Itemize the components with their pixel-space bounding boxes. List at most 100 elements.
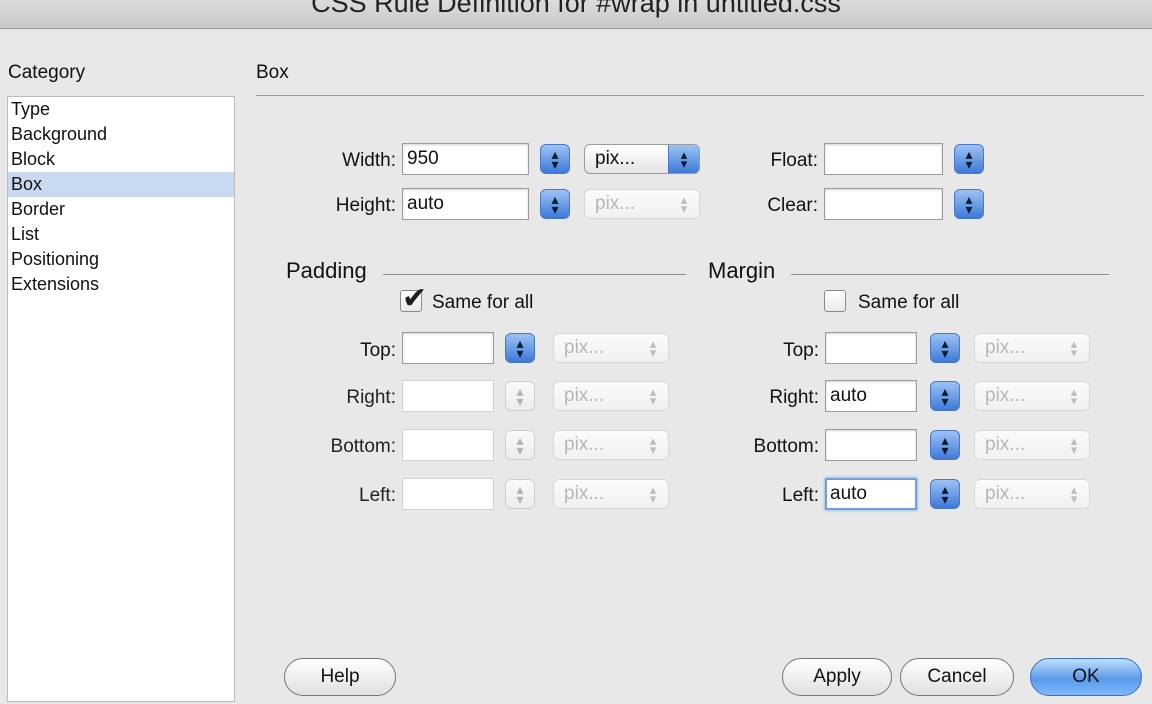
category-item-positioning[interactable]: Positioning bbox=[8, 247, 234, 272]
section-title: Box bbox=[256, 62, 289, 83]
stepper-arrows-icon: ▴ ▾ bbox=[965, 146, 973, 172]
padding-left-unit-select: pix... ▴ ▾ bbox=[553, 479, 669, 509]
select-arrows-icon: ▴ ▾ bbox=[1070, 482, 1078, 506]
padding-right-unit-select: pix... ▴ ▾ bbox=[553, 381, 669, 411]
margin-right-unit-select: pix... ▴ ▾ bbox=[974, 381, 1090, 411]
margin-top-unit-value: pix... bbox=[985, 337, 1026, 358]
height-unit-select: pix... ▴ ▾ bbox=[584, 189, 700, 219]
float-stepper[interactable]: ▴ ▾ bbox=[954, 144, 984, 174]
float-label: Float: bbox=[770, 150, 818, 171]
checkmark-icon: ✔ bbox=[402, 282, 428, 315]
padding-left-label: Left: bbox=[359, 485, 396, 506]
padding-left-field bbox=[402, 478, 494, 510]
margin-same-for-all-checkbox[interactable] bbox=[824, 290, 846, 312]
stepper-arrows-icon: ▴ ▾ bbox=[965, 191, 973, 217]
padding-left-unit-value: pix... bbox=[564, 483, 605, 504]
apply-button[interactable]: Apply bbox=[782, 658, 892, 696]
margin-right-unit-value: pix... bbox=[985, 385, 1026, 406]
height-label: Height: bbox=[335, 195, 396, 216]
width-label: Width: bbox=[342, 150, 396, 171]
stepper-arrows-icon: ▴ ▾ bbox=[551, 146, 559, 172]
clear-field[interactable] bbox=[824, 188, 943, 220]
stepper-arrows-icon: ▴ ▾ bbox=[516, 335, 524, 361]
height-unit-value: pix... bbox=[595, 193, 636, 214]
margin-top-unit-select: pix... ▴ ▾ bbox=[974, 333, 1090, 363]
cancel-button[interactable]: Cancel bbox=[900, 658, 1014, 696]
margin-left-unit-value: pix... bbox=[985, 483, 1026, 504]
margin-bottom-stepper[interactable]: ▴ ▾ bbox=[930, 430, 960, 460]
margin-bottom-label: Bottom: bbox=[753, 436, 819, 457]
padding-bottom-field bbox=[402, 429, 494, 461]
float-field[interactable] bbox=[824, 143, 943, 175]
select-arrows-icon: ▴ ▾ bbox=[1070, 384, 1078, 408]
category-item-border[interactable]: Border bbox=[8, 197, 234, 222]
padding-left-stepper: ▴ ▾ bbox=[505, 479, 535, 509]
padding-same-for-all-checkbox[interactable]: ✔ bbox=[400, 282, 427, 315]
title-bar: CSS Rule Definition for #wrap in untitle… bbox=[0, 0, 1152, 29]
padding-top-field[interactable] bbox=[402, 332, 494, 364]
category-item-background[interactable]: Background bbox=[8, 122, 234, 147]
height-stepper[interactable]: ▴ ▾ bbox=[540, 189, 570, 219]
select-arrows-icon: ▴ ▾ bbox=[649, 433, 657, 457]
category-item-extensions[interactable]: Extensions bbox=[8, 272, 234, 297]
select-arrows-icon: ▴ ▾ bbox=[649, 384, 657, 408]
padding-right-field bbox=[402, 380, 494, 412]
margin-left-label: Left: bbox=[782, 485, 819, 506]
stepper-arrows-icon: ▴ ▾ bbox=[516, 383, 524, 409]
margin-right-label: Right: bbox=[769, 387, 819, 408]
stepper-arrows-icon: ▴ ▾ bbox=[516, 481, 524, 507]
padding-right-stepper: ▴ ▾ bbox=[505, 381, 535, 411]
margin-bottom-unit-select: pix... ▴ ▾ bbox=[974, 430, 1090, 460]
padding-right-unit-value: pix... bbox=[564, 385, 605, 406]
margin-same-for-all-label: Same for all bbox=[858, 292, 960, 313]
stepper-arrows-icon: ▴ ▾ bbox=[941, 481, 949, 507]
padding-bottom-unit-value: pix... bbox=[564, 434, 605, 455]
margin-divider bbox=[791, 274, 1109, 275]
select-arrows-icon: ▴ ▾ bbox=[1070, 336, 1078, 360]
margin-left-stepper[interactable]: ▴ ▾ bbox=[930, 479, 960, 509]
margin-right-field[interactable]: auto bbox=[825, 380, 917, 412]
margin-left-field[interactable]: auto bbox=[825, 478, 917, 510]
section-divider bbox=[256, 95, 1144, 96]
select-arrows-icon: ▴ ▾ bbox=[1070, 433, 1078, 457]
width-unit-select[interactable]: pix... ▴ ▾ bbox=[584, 144, 700, 174]
window-title: CSS Rule Definition for #wrap in untitle… bbox=[311, 0, 841, 18]
help-button[interactable]: Help bbox=[284, 658, 396, 696]
margin-left-unit-select: pix... ▴ ▾ bbox=[974, 479, 1090, 509]
stepper-arrows-icon: ▴ ▾ bbox=[941, 335, 949, 361]
width-stepper[interactable]: ▴ ▾ bbox=[540, 144, 570, 174]
padding-bottom-unit-select: pix... ▴ ▾ bbox=[553, 430, 669, 460]
stepper-arrows-icon: ▴ ▾ bbox=[941, 432, 949, 458]
padding-same-for-all-label: Same for all bbox=[432, 292, 534, 313]
padding-title: Padding bbox=[286, 258, 367, 283]
margin-bottom-unit-value: pix... bbox=[985, 434, 1026, 455]
padding-top-stepper[interactable]: ▴ ▾ bbox=[505, 333, 535, 363]
stepper-arrows-icon: ▴ ▾ bbox=[551, 191, 559, 217]
width-field[interactable]: 950 bbox=[402, 143, 529, 175]
margin-right-stepper[interactable]: ▴ ▾ bbox=[930, 381, 960, 411]
stepper-arrows-icon: ▴ ▾ bbox=[941, 383, 949, 409]
select-arrows-icon: ▴ ▾ bbox=[680, 192, 688, 216]
clear-stepper[interactable]: ▴ ▾ bbox=[954, 189, 984, 219]
padding-top-label: Top: bbox=[360, 340, 396, 361]
category-label: Category bbox=[8, 62, 86, 83]
height-field[interactable]: auto bbox=[402, 188, 529, 220]
select-arrows-icon: ▴ ▾ bbox=[668, 145, 699, 173]
margin-top-field[interactable] bbox=[825, 332, 917, 364]
padding-bottom-label: Bottom: bbox=[330, 436, 396, 457]
category-list: Type Background Block Box Border List Po… bbox=[7, 96, 235, 702]
stepper-arrows-icon: ▴ ▾ bbox=[516, 432, 524, 458]
padding-top-unit-select: pix... ▴ ▾ bbox=[553, 333, 669, 363]
width-unit-value: pix... bbox=[595, 148, 636, 169]
margin-bottom-field[interactable] bbox=[825, 429, 917, 461]
margin-top-stepper[interactable]: ▴ ▾ bbox=[930, 333, 960, 363]
category-item-box[interactable]: Box bbox=[8, 172, 234, 197]
category-item-type[interactable]: Type bbox=[8, 97, 234, 122]
margin-top-label: Top: bbox=[783, 340, 819, 361]
select-arrows-icon: ▴ ▾ bbox=[649, 482, 657, 506]
category-item-list[interactable]: List bbox=[8, 222, 234, 247]
ok-button[interactable]: OK bbox=[1030, 658, 1142, 696]
padding-top-unit-value: pix... bbox=[564, 337, 605, 358]
padding-divider bbox=[383, 274, 686, 275]
category-item-block[interactable]: Block bbox=[8, 147, 234, 172]
